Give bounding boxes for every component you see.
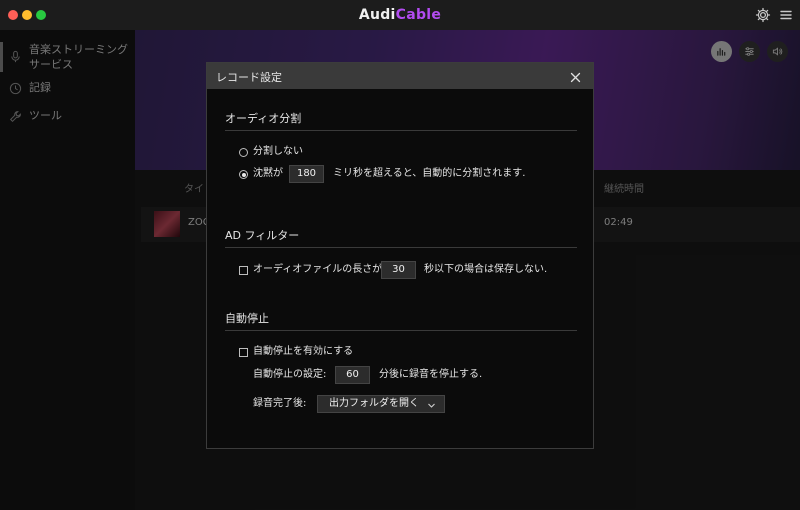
ad-filter-prefix-label: オーディオファイルの長さが [253, 264, 383, 275]
menu-icon[interactable] [778, 7, 794, 23]
ad-filter-heading: AD フィルター [225, 229, 300, 242]
auto-stop-checkbox[interactable] [239, 348, 248, 357]
close-icon[interactable] [569, 69, 582, 83]
audio-split-heading: オーディオ分割 [225, 112, 302, 125]
after-recording-select[interactable]: 出力フォルダを開く [317, 395, 445, 413]
auto-stop-setting-label: 自動停止の設定: [253, 369, 327, 380]
no-split-label: 分割しない [253, 146, 303, 157]
silence-prefix-label: 沈黙が [253, 168, 283, 179]
divider [225, 130, 577, 131]
auto-stop-suffix-label: 分後に録音を停止する. [379, 369, 483, 380]
silence-split-radio[interactable] [239, 170, 248, 179]
ad-filter-checkbox[interactable] [239, 266, 248, 275]
dialog-header: レコード設定 [207, 63, 593, 89]
auto-stop-minutes-input[interactable]: 60 [335, 366, 370, 384]
divider [225, 247, 577, 248]
auto-stop-heading: 自動停止 [225, 312, 269, 325]
after-recording-label: 録音完了後: [253, 398, 307, 409]
ad-filter-suffix-label: 秒以下の場合は保存しない. [424, 264, 548, 275]
dialog-title: レコード設定 [216, 71, 282, 84]
chevron-down-icon [427, 400, 436, 409]
auto-stop-enable-label: 自動停止を有効にする [253, 346, 354, 357]
silence-ms-input[interactable]: 180 [289, 165, 324, 183]
after-recording-value: 出力フォルダを開く [329, 398, 419, 409]
ad-filter-seconds-input[interactable]: 30 [381, 261, 416, 279]
record-settings-dialog: レコード設定 オーディオ分割 分割しない 沈黙が 180 ミリ秒を超えると、自動… [206, 62, 594, 449]
silence-suffix-label: ミリ秒を超えると、自動的に分割されます. [333, 168, 526, 179]
divider [225, 330, 577, 331]
no-split-radio[interactable] [239, 148, 248, 157]
app-title: AudiCable [358, 7, 442, 23]
gear-icon[interactable] [755, 7, 771, 23]
title-bar: AudiCable [0, 0, 800, 30]
